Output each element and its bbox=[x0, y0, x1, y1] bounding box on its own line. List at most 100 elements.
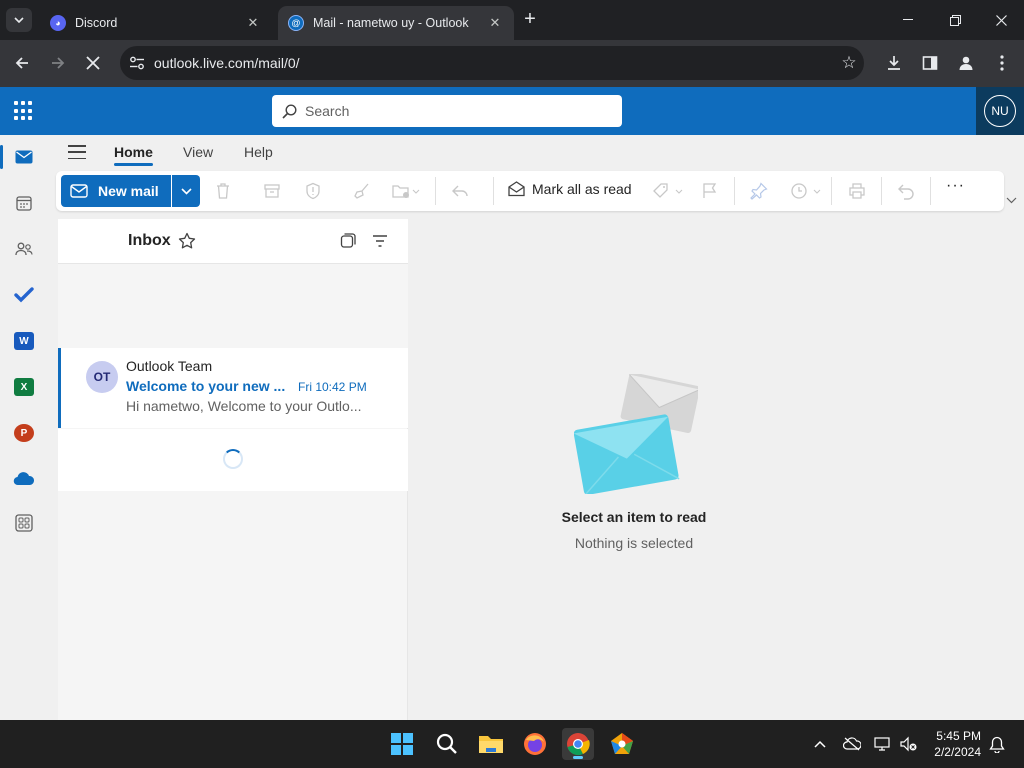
reading-pane: Select an item to read Nothing is select… bbox=[409, 219, 1024, 720]
rail-people[interactable] bbox=[0, 229, 48, 269]
pinned-app-button[interactable] bbox=[606, 728, 638, 760]
ribbon-separator bbox=[831, 177, 832, 205]
rail-word[interactable]: W bbox=[0, 321, 48, 361]
message-time: Fri 10:42 PM bbox=[298, 380, 367, 394]
ribbon-toolbar: New mail Mark all as read ··· bbox=[56, 171, 1004, 211]
new-mail-dropdown-button[interactable] bbox=[172, 175, 200, 207]
loading-row bbox=[58, 429, 408, 491]
rail-onedrive[interactable] bbox=[0, 459, 48, 499]
cloud-offline-icon[interactable] bbox=[842, 734, 862, 754]
sweep-broom-icon[interactable] bbox=[353, 182, 371, 200]
download-icon bbox=[888, 56, 900, 70]
rail-powerpoint[interactable]: P bbox=[0, 413, 48, 453]
rail-more-apps[interactable] bbox=[0, 503, 48, 543]
search-icon bbox=[436, 733, 457, 754]
delete-icon[interactable] bbox=[214, 182, 232, 200]
mail-read-icon bbox=[508, 181, 525, 197]
empty-state-title: Select an item to read bbox=[561, 509, 707, 525]
close-window-button[interactable] bbox=[985, 8, 1017, 32]
ribbon-separator bbox=[881, 177, 882, 205]
favorite-star-icon[interactable] bbox=[178, 232, 196, 250]
account-manager-button[interactable]: NU bbox=[976, 87, 1024, 135]
move-to-folder-icon[interactable] bbox=[392, 182, 420, 200]
browser-menu-button[interactable] bbox=[990, 51, 1014, 75]
tab-outlook[interactable]: @ Mail - nametwo uy - Outlook ✕ bbox=[278, 6, 514, 40]
forward-button[interactable] bbox=[46, 51, 70, 75]
minimize-button[interactable] bbox=[892, 8, 924, 32]
calendar-icon bbox=[16, 196, 32, 211]
close-tab-icon[interactable]: ✕ bbox=[244, 15, 262, 31]
close-tab-icon[interactable]: ✕ bbox=[486, 15, 504, 31]
mail-icon bbox=[70, 184, 88, 198]
notifications-bell-icon[interactable] bbox=[987, 734, 1007, 754]
app-launcher-icon[interactable] bbox=[14, 101, 34, 121]
flag-icon[interactable] bbox=[701, 182, 719, 200]
word-icon: W bbox=[14, 332, 34, 350]
network-disconnected-icon[interactable] bbox=[873, 734, 893, 754]
undo-icon[interactable] bbox=[897, 182, 915, 200]
colorful-app-icon bbox=[611, 733, 633, 754]
show-hidden-icons-chevron-icon[interactable] bbox=[810, 734, 830, 754]
file-explorer-button[interactable] bbox=[475, 728, 507, 760]
print-icon[interactable] bbox=[848, 182, 866, 200]
message-sender: Outlook Team bbox=[126, 358, 213, 374]
volume-muted-icon[interactable] bbox=[899, 734, 919, 754]
ribbon-separator bbox=[930, 177, 931, 205]
site-info-icon[interactable] bbox=[120, 46, 154, 80]
message-list-item[interactable]: OT Outlook Team Welcome to your new ... … bbox=[58, 348, 408, 428]
new-tab-button[interactable]: + bbox=[520, 9, 540, 30]
report-shield-icon[interactable] bbox=[304, 182, 322, 200]
more-vertical-icon bbox=[1000, 55, 1004, 71]
new-mail-button[interactable]: New mail bbox=[61, 175, 171, 207]
rail-todo[interactable] bbox=[0, 275, 48, 315]
restore-button[interactable] bbox=[939, 8, 971, 32]
outlook-tab-icon: @ bbox=[288, 15, 304, 31]
mark-all-read-button[interactable]: Mark all as read bbox=[508, 181, 632, 197]
chevron-down-icon bbox=[14, 17, 24, 23]
new-mail-label: New mail bbox=[98, 183, 159, 199]
profile-button[interactable] bbox=[954, 51, 978, 75]
firefox-button[interactable] bbox=[519, 728, 551, 760]
back-button[interactable] bbox=[10, 51, 34, 75]
more-options-button[interactable]: ··· bbox=[946, 177, 965, 195]
rail-excel[interactable]: X bbox=[0, 367, 48, 407]
tab-discord[interactable]: ◕ Discord ✕ bbox=[40, 6, 272, 40]
outlook-header: Search NU bbox=[0, 87, 1024, 135]
hamburger-menu-icon[interactable] bbox=[68, 145, 86, 159]
tab-view[interactable]: View bbox=[183, 144, 213, 160]
select-mode-icon[interactable] bbox=[340, 233, 356, 249]
system-clock[interactable]: 5:45 PM 2/2/2024 bbox=[928, 728, 981, 760]
tab-help[interactable]: Help bbox=[244, 144, 273, 160]
bookmark-star-icon[interactable]: ☆ bbox=[834, 53, 864, 73]
browser-toolbar: outlook.live.com/mail/0/ ☆ bbox=[0, 40, 1024, 87]
reply-icon[interactable] bbox=[451, 182, 469, 200]
tag-icon[interactable] bbox=[652, 182, 684, 200]
side-panel-button[interactable] bbox=[918, 51, 942, 75]
taskbar-search-button[interactable] bbox=[431, 728, 463, 760]
start-button[interactable] bbox=[386, 728, 418, 760]
clock-date: 2/2/2024 bbox=[934, 745, 981, 759]
filter-icon[interactable] bbox=[372, 234, 388, 248]
sender-avatar: OT bbox=[86, 361, 118, 393]
apps-grid-icon bbox=[15, 514, 33, 532]
powerpoint-icon: P bbox=[14, 424, 34, 442]
address-bar[interactable]: outlook.live.com/mail/0/ ☆ bbox=[120, 46, 864, 80]
tab-home[interactable]: Home bbox=[114, 144, 153, 166]
minimize-icon bbox=[903, 19, 913, 20]
todo-check-icon bbox=[14, 287, 34, 303]
pin-icon[interactable] bbox=[750, 182, 768, 200]
clock-time: 5:45 PM bbox=[936, 729, 981, 743]
archive-icon[interactable] bbox=[263, 182, 281, 200]
rail-mail[interactable] bbox=[0, 137, 48, 177]
downloads-button[interactable] bbox=[882, 51, 906, 75]
tab-search-button[interactable] bbox=[6, 8, 32, 32]
mail-icon bbox=[15, 150, 33, 164]
search-input[interactable]: Search bbox=[272, 95, 622, 127]
stop-loading-button[interactable] bbox=[81, 51, 105, 75]
rail-calendar[interactable] bbox=[0, 183, 48, 223]
tab-title: Discord bbox=[75, 16, 118, 30]
snooze-clock-icon[interactable] bbox=[790, 182, 822, 200]
folder-title: Inbox bbox=[128, 232, 171, 249]
chrome-button[interactable] bbox=[562, 728, 594, 760]
expand-ribbon-chevron-icon[interactable] bbox=[1006, 195, 1017, 207]
